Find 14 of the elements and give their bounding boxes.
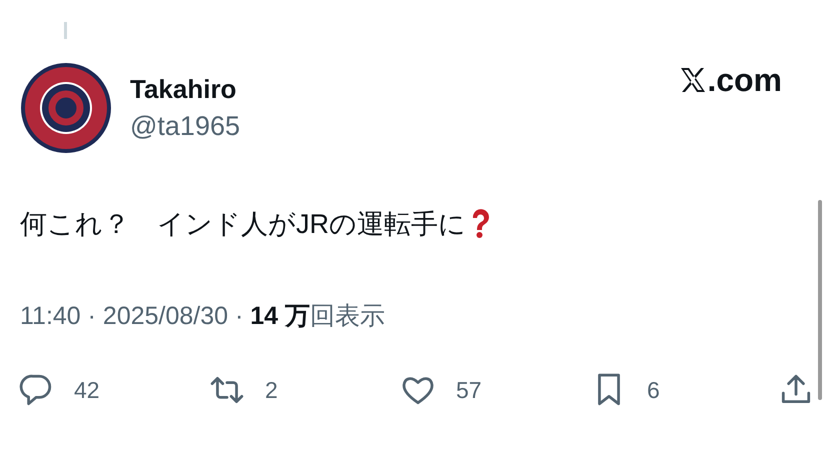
- author-name[interactable]: Takahiro: [130, 73, 680, 105]
- scrollbar[interactable]: [818, 200, 822, 400]
- action-count: 6: [647, 376, 660, 404]
- author-handle[interactable]: @ta1965: [130, 109, 680, 143]
- x-logo-icon: [679, 66, 708, 94]
- site-label: .com: [707, 62, 782, 98]
- post-text: 何これ？ インド人がJRの運転手に: [20, 208, 466, 241]
- avatar[interactable]: [20, 62, 112, 154]
- action-count: 2: [265, 376, 278, 404]
- post-meta: 11:40 · 2025/08/30 · 14 万回表示: [19, 301, 386, 332]
- reply-icon[interactable]: [18, 372, 54, 408]
- action-count: 42: [74, 376, 100, 404]
- action-count: 57: [456, 376, 482, 404]
- question-mark-icon: [470, 209, 492, 239]
